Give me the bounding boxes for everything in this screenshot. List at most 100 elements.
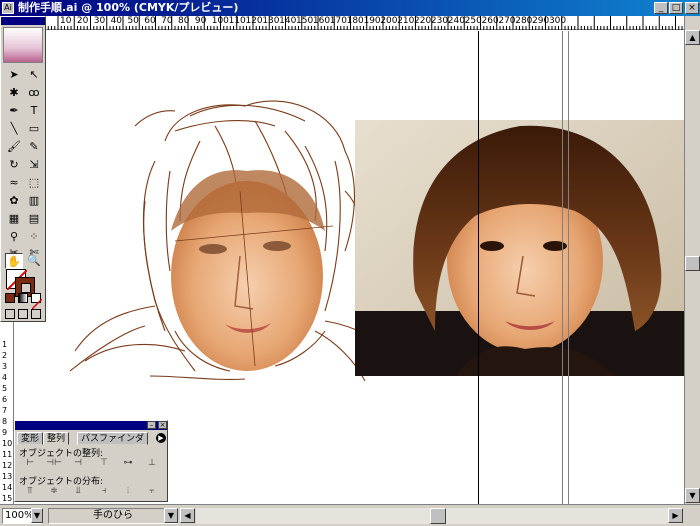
ruler-tick-label: 100 [211,16,229,26]
scroll-down-arrow-icon[interactable]: ▼ [685,488,700,503]
align-vertical-center-icon[interactable]: ⊶ [119,457,137,469]
none-icon [31,298,43,310]
ruler-tick-label: 250 [464,16,482,26]
status-dropdown-icon[interactable]: ▼ [164,508,178,523]
ruler-tick-label: 170 [329,16,347,26]
graph-tool-icon[interactable]: ▥ [25,193,43,209]
ruler-tick-label: 20 [76,16,89,26]
ruler-tick-label: 300 [548,16,567,26]
magic-wand-tool-icon[interactable]: ✱ [5,85,23,101]
ruler-tick-label: 200 [380,16,398,26]
distribute-bottom-icon[interactable]: ⫫ [69,485,87,497]
selection-tool-icon[interactable]: ➤ [5,67,23,83]
full-screen-mode-button[interactable] [31,309,41,319]
status-bar: 100% ▼ 手のひら ▼ ◀ ▶ [0,504,700,526]
ruler-tick-label: 9 [2,428,8,437]
ruler-tick-label: 190 [363,16,381,26]
panel-close-icon[interactable]: × [158,421,167,429]
align-panel-titlebar[interactable]: – × [15,421,167,430]
panel-tabs: 変形 整列 パスファインダ [17,432,165,445]
scale-tool-icon[interactable]: ⇲ [25,157,43,173]
ruler-tick-label: 290 [532,16,550,26]
distribute-left-icon[interactable]: ⫞ [95,485,113,497]
tools-palette-titlebar[interactable] [1,17,45,25]
align-right-icon[interactable]: ⊣ [69,457,87,469]
ruler-tick-label: 10 [60,16,72,26]
distribute-right-icon[interactable]: ⫟ [143,485,161,497]
distribute-vertical-center-icon[interactable]: ≑ [45,485,63,497]
vertical-scroll-thumb[interactable] [685,256,700,271]
minimize-button[interactable]: _ [654,2,668,14]
horizontal-ruler[interactable]: 10 20 30 40 50 60 70 80 90 100 110 120 130 140 150 160 1… [0,16,688,30]
align-bottom-icon[interactable]: ⊥ [143,457,161,469]
panel-minimize-icon[interactable]: – [147,421,156,429]
distribute-horizontal-center-icon[interactable]: ⦙ [119,485,137,497]
ruler-tick-label: 230 [430,16,449,26]
pencil-tool-icon[interactable]: ✎ [25,139,43,155]
color-mode-button[interactable] [5,293,15,303]
standard-screen-mode-button[interactable] [5,309,15,319]
ruler-tick-label: 10 [2,439,13,448]
guide-line[interactable] [568,31,569,504]
ruler-tick-label: 2 [2,351,8,360]
close-button[interactable]: × [685,2,699,14]
align-left-icon[interactable]: ⊢ [21,457,39,469]
scroll-right-arrow-icon[interactable]: ▶ [668,508,683,523]
blend-tool-icon[interactable]: ⁘ [25,229,43,245]
ruler-tick-label: 30 [93,16,106,26]
ruler-tick-label: 90 [194,16,207,26]
ruler-tick-label: 220 [414,16,432,26]
vertical-scrollbar[interactable]: ▲ ▼ [684,16,700,504]
maximize-button[interactable]: □ [669,2,683,14]
mesh-tool-icon[interactable]: ▦ [5,211,23,227]
align-top-icon[interactable]: ⊤ [95,457,113,469]
full-screen-menu-mode-button[interactable] [18,309,28,319]
scroll-left-arrow-icon[interactable]: ◀ [180,508,195,523]
eyedropper-tool-icon[interactable]: ⚲ [5,229,23,245]
rotate-tool-icon[interactable]: ↻ [5,157,23,173]
line-tool-icon[interactable]: ╲ [5,121,23,137]
ruler-tick-label: 80 [178,16,190,26]
reference-photo [355,120,684,376]
zoom-dropdown-icon[interactable]: ▼ [31,508,43,523]
status-tool-field[interactable]: 手のひら [48,508,178,524]
ruler-tick-label: 50 [127,16,139,26]
hand-tool-icon[interactable]: ✋ [5,253,23,269]
zoom-tool-icon[interactable]: 🔍 [25,253,43,269]
ruler-tick-label: 8 [2,417,8,426]
horizontal-scroll-thumb[interactable] [430,508,446,524]
rectangle-tool-icon[interactable]: ▭ [25,121,43,137]
tab-transform[interactable]: 変形 [17,432,44,445]
panel-menu-icon[interactable]: ▶ [156,433,166,443]
align-horizontal-center-icon[interactable]: ⊣⊢ [45,457,63,469]
ruler-tick-label: 1 [2,340,8,349]
gradient-tool-icon[interactable]: ▤ [25,211,43,227]
guide-line[interactable] [478,31,479,504]
none-mode-button[interactable] [31,293,43,310]
ruler-tick-label: 120 [245,16,263,26]
type-tool-icon[interactable]: T [25,103,43,119]
ruler-tick-label: 40 [110,16,123,26]
free-transform-tool-icon[interactable]: ⬚ [25,175,43,191]
guide-line[interactable] [562,31,563,504]
face-rendering [171,170,334,371]
ruler-tick-label: 280 [515,16,533,26]
scroll-up-arrow-icon[interactable]: ▲ [685,30,700,45]
warp-tool-icon[interactable]: ≈ [5,175,23,191]
ruler-tick-label: 12 [2,461,13,470]
tools-palette: ➤ ↖ ✱ ꝏ ✒ T ╲ ▭ 🖌 ✎ ↻ ⇲ ≈ ⬚ ✿ ▥ ▦ ▤ ⚲ ⁘ … [0,16,46,322]
window-titlebar[interactable]: Ai 制作手順.ai @ 100% (CMYK/プレビュー) _ □ × [0,0,700,16]
paintbrush-tool-icon[interactable]: 🖌 [5,139,23,155]
direct-selection-tool-icon[interactable]: ↖ [25,67,43,83]
tab-pathfinder[interactable]: パスファインダ [77,432,149,445]
ruler-tick-label: 5 [2,384,8,393]
symbol-sprayer-tool-icon[interactable]: ✿ [5,193,23,209]
pen-tool-icon[interactable]: ✒ [5,103,23,119]
ruler-tick-label: 150 [296,16,314,26]
distribute-top-icon[interactable]: ⫪ [21,485,39,497]
ruler-tick-label: 13 [2,472,13,481]
lasso-tool-icon[interactable]: ꝏ [25,85,43,101]
ruler-tick-label: 4 [2,373,8,382]
gradient-mode-button[interactable] [18,293,28,303]
tab-align[interactable]: 整列 [43,432,70,445]
